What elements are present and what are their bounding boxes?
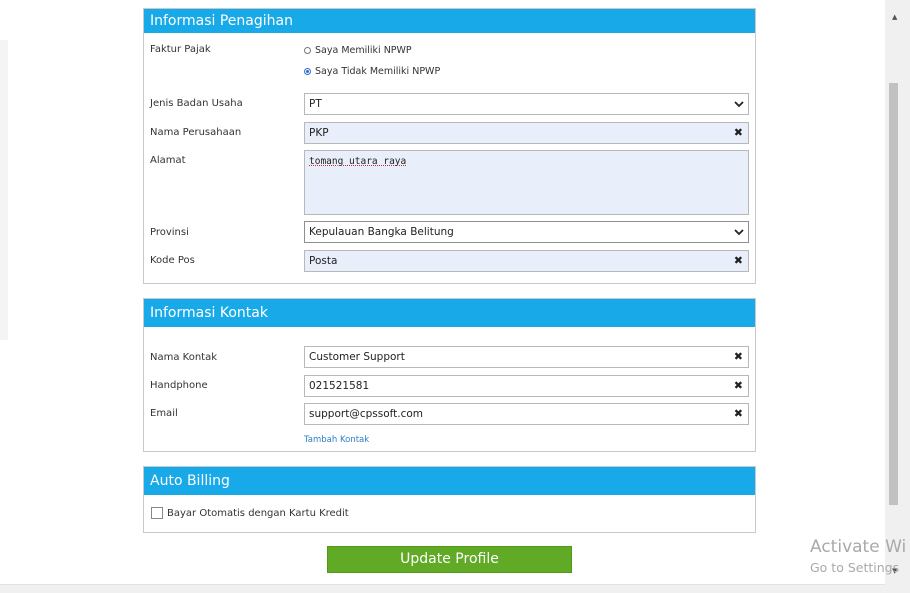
radio-has-npwp-label: Saya Memiliki NPWP [315, 45, 412, 56]
entity-type-label: Jenis Badan Usaha [150, 98, 243, 109]
province-select[interactable]: Kepulauan Bangka Belitung [304, 221, 749, 243]
page-edge [0, 40, 8, 340]
clear-icon[interactable]: ✖ [734, 376, 743, 396]
add-contact-link[interactable]: Tambah Kontak [304, 435, 369, 445]
clear-icon[interactable]: ✖ [734, 123, 743, 143]
update-profile-button[interactable]: Update Profile [327, 546, 572, 573]
contact-name-input[interactable]: Customer Support ✖ [304, 346, 749, 368]
postal-label: Kode Pos [150, 255, 195, 266]
province-value: Kepulauan Bangka Belitung [309, 226, 454, 238]
contact-panel-header: Informasi Kontak [144, 299, 755, 327]
scrollbar-thumb[interactable] [889, 83, 898, 505]
chevron-down-icon [734, 101, 744, 108]
auto-billing-header: Auto Billing [144, 467, 755, 495]
auto-billing-panel: Auto Billing Bayar Otomatis dengan Kartu… [143, 466, 756, 533]
auto-billing-label[interactable]: Bayar Otomatis dengan Kartu Kredit [167, 508, 349, 519]
billing-panel: Informasi Penagihan Faktur Pajak Saya Me… [143, 8, 756, 284]
phone-value: 021521581 [309, 380, 370, 392]
clear-icon[interactable]: ✖ [734, 404, 743, 424]
chevron-down-icon [734, 229, 744, 236]
phone-input[interactable]: 021521581 ✖ [304, 375, 749, 397]
auto-billing-checkbox[interactable] [151, 507, 163, 519]
contact-name-value: Customer Support [309, 351, 405, 363]
email-label: Email [150, 408, 178, 419]
clear-icon[interactable]: ✖ [734, 251, 743, 271]
radio-has-npwp-circle[interactable] [304, 47, 311, 54]
postal-placeholder: Posta [309, 255, 338, 267]
billing-panel-header: Informasi Penagihan [144, 9, 755, 33]
radio-has-npwp[interactable]: Saya Memiliki NPWP [304, 45, 412, 56]
address-label: Alamat [150, 155, 186, 166]
company-label: Nama Perusahaan [150, 127, 242, 138]
scroll-up-arrow-icon[interactable]: ▲ [892, 13, 897, 21]
page-viewport: Informasi Penagihan Faktur Pajak Saya Me… [0, 0, 885, 585]
email-value: support@cpssoft.com [309, 408, 424, 420]
radio-no-npwp[interactable]: Saya Tidak Memiliki NPWP [304, 66, 440, 77]
entity-type-value: PT [309, 98, 322, 110]
postal-input[interactable]: Posta ✖ [304, 250, 749, 272]
contact-panel: Informasi Kontak Nama Kontak Customer Su… [143, 298, 756, 452]
activation-watermark-title: Activate Wi [810, 537, 907, 557]
contact-name-label: Nama Kontak [150, 352, 218, 363]
activation-watermark-subtitle: Go to Settings [810, 560, 900, 575]
company-input[interactable]: PKP ✖ [304, 122, 749, 144]
email-input[interactable]: support@cpssoft.com ✖ [304, 403, 749, 425]
radio-no-npwp-label: Saya Tidak Memiliki NPWP [315, 66, 441, 77]
phone-label: Handphone [150, 380, 208, 391]
radio-no-npwp-circle[interactable] [304, 68, 311, 75]
clear-icon[interactable]: ✖ [734, 347, 743, 367]
company-value: PKP [309, 127, 329, 139]
address-textarea[interactable] [304, 150, 749, 215]
province-label: Provinsi [150, 227, 189, 238]
entity-type-select[interactable]: PT [304, 93, 749, 115]
tax-label: Faktur Pajak [150, 44, 211, 55]
